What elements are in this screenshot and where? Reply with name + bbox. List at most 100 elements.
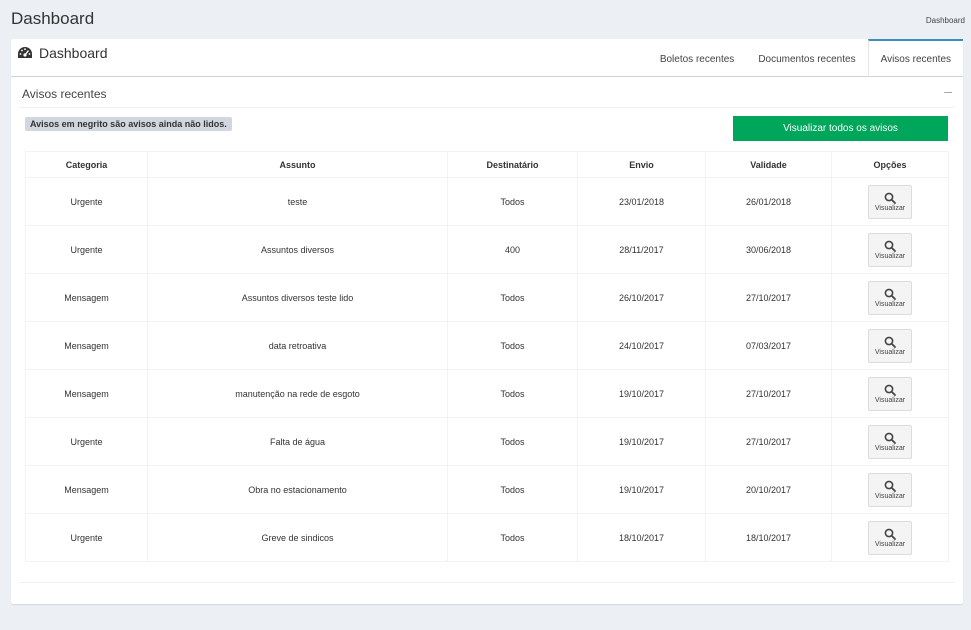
cell-categoria: Urgente [25, 177, 148, 226]
tab-boletos-recentes[interactable]: Boletos recentes [648, 39, 747, 77]
cell-validade: 18/10/2017 [705, 513, 832, 562]
cell-opcoes: Visualizar [831, 177, 949, 226]
cell-opcoes: Visualizar [831, 369, 949, 418]
table-row: Urgente Assuntos diversos 400 28/11/2017 30/… [25, 225, 949, 274]
view-notice-label: Visualizar [874, 492, 906, 500]
cell-validade: 26/01/2018 [705, 177, 832, 226]
cell-destinatario: Todos [447, 273, 578, 322]
cell-opcoes: Visualizar [831, 321, 949, 370]
cell-categoria: Mensagem [25, 273, 148, 322]
cell-envio: 23/01/2018 [577, 177, 706, 226]
cell-validade: 07/03/2017 [705, 321, 832, 370]
unread-notice-badge: Avisos em negrito são avisos ainda não l… [25, 117, 232, 131]
cell-envio: 18/10/2017 [577, 513, 706, 562]
view-notice-button[interactable]: Visualizar [868, 232, 912, 267]
cell-opcoes: Visualizar [831, 273, 949, 322]
view-all-notices-button[interactable]: Visualizar todos os avisos [733, 116, 948, 141]
cell-categoria: Urgente [25, 417, 148, 466]
view-notice-button[interactable]: Visualizar [868, 520, 912, 555]
column-header-envio[interactable]: Envio [577, 151, 706, 178]
cell-destinatario: 400 [447, 225, 578, 274]
tab-avisos-recentes[interactable]: Avisos recentes [867, 39, 963, 77]
cell-categoria: Mensagem [25, 465, 148, 514]
search-icon [884, 288, 896, 300]
cell-assunto: Falta de água [147, 417, 448, 466]
cell-assunto: teste [147, 177, 448, 226]
section-header: Avisos recentes – [19, 80, 955, 108]
column-header-assunto[interactable]: Assunto [147, 151, 448, 178]
cell-destinatario: Todos [447, 177, 578, 226]
tabs: Boletos recentes Documentos recentes Avi… [648, 39, 963, 77]
card-title: Dashboard [17, 45, 108, 61]
view-notice-button[interactable]: Visualizar [868, 280, 912, 315]
cell-destinatario: Todos [447, 369, 578, 418]
cell-validade: 27/10/2017 [705, 369, 832, 418]
view-notice-label: Visualizar [874, 540, 906, 548]
view-notice-button[interactable]: Visualizar [868, 184, 912, 219]
table-row: Mensagem data retroativa Todos 24/10/2017 07… [25, 321, 949, 370]
search-icon [884, 336, 896, 348]
cell-assunto: Assuntos diversos [147, 225, 448, 274]
view-notice-label: Visualizar [874, 204, 906, 212]
view-notice-label: Visualizar [874, 348, 906, 356]
table-row: Urgente Falta de água Todos 19/10/2017 27/10… [25, 417, 949, 466]
page-header: Dashboard Dashboard [0, 0, 971, 38]
cell-validade: 27/10/2017 [705, 273, 832, 322]
column-header-validade[interactable]: Validade [705, 151, 832, 178]
section-title: Avisos recentes [22, 87, 107, 101]
search-icon [884, 384, 896, 396]
cell-envio: 19/10/2017 [577, 465, 706, 514]
cell-envio: 19/10/2017 [577, 417, 706, 466]
cell-opcoes: Visualizar [831, 417, 949, 466]
cell-validade: 27/10/2017 [705, 417, 832, 466]
view-notice-button[interactable]: Visualizar [868, 472, 912, 507]
cell-assunto: data retroativa [147, 321, 448, 370]
table-row: Mensagem Assuntos diversos teste lido Todo… [25, 273, 949, 322]
cell-categoria: Mensagem [25, 321, 148, 370]
card-header: Dashboard Boletos recentes Documentos re… [11, 39, 963, 77]
cell-assunto: manutenção na rede de esgoto [147, 369, 448, 418]
tab-documentos-recentes[interactable]: Documentos recentes [746, 39, 867, 77]
view-notice-label: Visualizar [874, 300, 906, 308]
search-icon [884, 192, 896, 204]
collapse-button[interactable]: – [944, 83, 952, 99]
view-notice-label: Visualizar [874, 396, 906, 404]
cell-envio: 28/11/2017 [577, 225, 706, 274]
cell-categoria: Urgente [25, 225, 148, 274]
column-header-opcoes: Opções [831, 151, 949, 178]
cell-destinatario: Todos [447, 513, 578, 562]
cell-validade: 20/10/2017 [705, 465, 832, 514]
table-row: Urgente Greve de sindicos Todos 18/10/2017 1… [25, 513, 949, 562]
view-notice-button[interactable]: Visualizar [868, 376, 912, 411]
view-notice-button[interactable]: Visualizar [868, 424, 912, 459]
table-header-row: Categoria Assunto Destinatário Envio Val… [25, 151, 949, 178]
cell-opcoes: Visualizar [831, 513, 949, 562]
cell-categoria: Urgente [25, 513, 148, 562]
cell-envio: 24/10/2017 [577, 321, 706, 370]
cell-destinatario: Todos [447, 321, 578, 370]
dashboard-card: Dashboard Boletos recentes Documentos re… [11, 39, 963, 604]
cell-categoria: Mensagem [25, 369, 148, 418]
cell-destinatario: Todos [447, 465, 578, 514]
page-title: Dashboard [11, 9, 95, 28]
search-icon [884, 480, 896, 492]
search-icon [884, 528, 896, 540]
cell-assunto: Assuntos diversos teste lido [147, 273, 448, 322]
cell-opcoes: Visualizar [831, 465, 949, 514]
cell-assunto: Greve de sindicos [147, 513, 448, 562]
view-notice-button[interactable]: Visualizar [868, 328, 912, 363]
table-row: Mensagem Obra no estacionamento Todos 19/10… [25, 465, 949, 514]
view-notice-label: Visualizar [874, 252, 906, 260]
cell-envio: 19/10/2017 [577, 369, 706, 418]
breadcrumb[interactable]: Dashboard [926, 16, 965, 25]
column-header-categoria[interactable]: Categoria [25, 151, 148, 178]
search-icon [884, 432, 896, 444]
view-notice-label: Visualizar [874, 444, 906, 452]
card-title-label: Dashboard [39, 45, 108, 61]
cell-validade: 30/06/2018 [705, 225, 832, 274]
dashboard-gauge-icon [17, 46, 33, 60]
notices-table: Categoria Assunto Destinatário Envio Val… [25, 151, 949, 562]
column-header-destinatario[interactable]: Destinatário [447, 151, 578, 178]
search-icon [884, 240, 896, 252]
cell-envio: 26/10/2017 [577, 273, 706, 322]
